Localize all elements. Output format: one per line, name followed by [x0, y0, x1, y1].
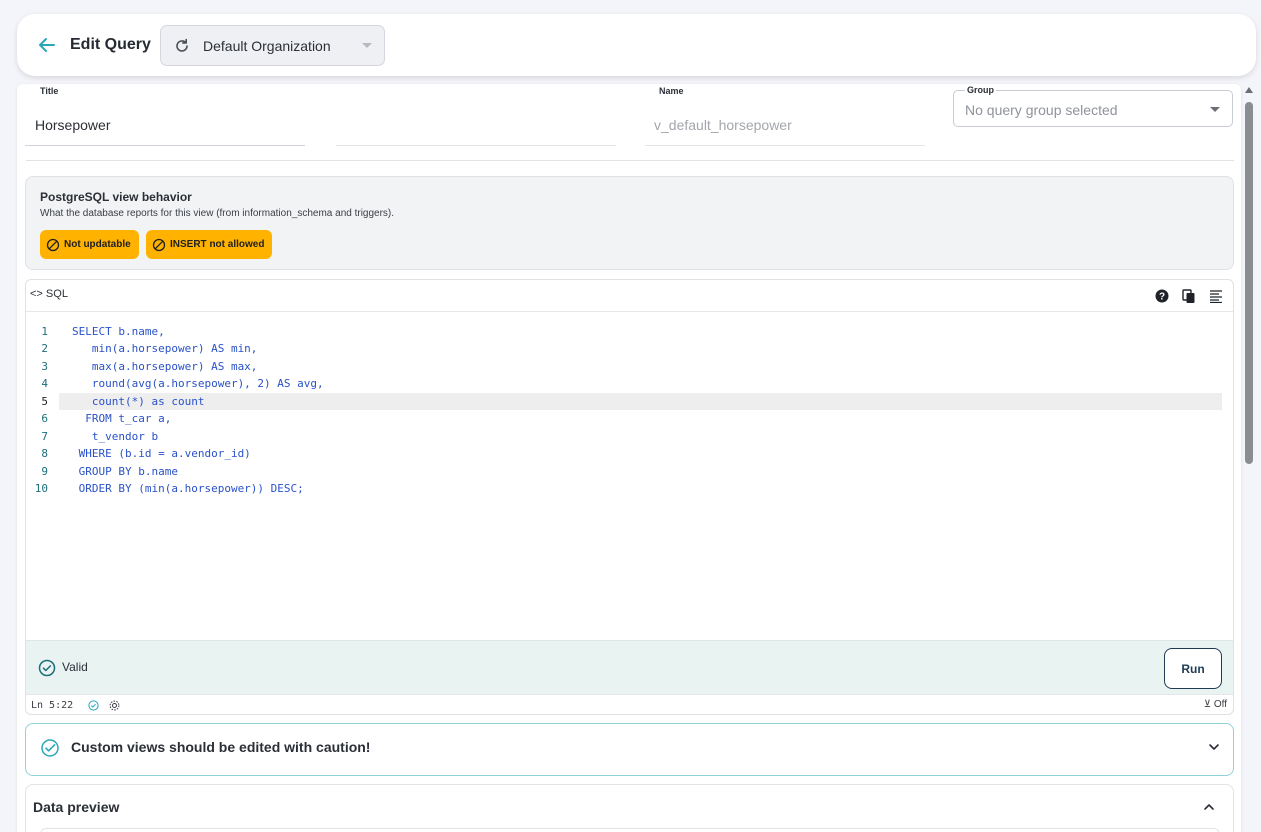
badge-insert-not-allowed: INSERT not allowed: [146, 230, 272, 259]
code-text: ORDER BY (min(a.horsepower)) DESC;: [72, 482, 304, 495]
code-text: GROUP BY b.name: [72, 464, 178, 478]
code-icon: <>: [30, 288, 43, 300]
code-text: t_vendor b: [72, 429, 159, 443]
block-icon: [152, 238, 166, 251]
refresh-icon[interactable]: [173, 37, 191, 55]
line-number: 1: [41, 324, 48, 338]
chevron-down-icon[interactable]: [1208, 741, 1220, 753]
title-field-label: Title: [40, 86, 59, 96]
code-line[interactable]: 2 min(a.horsepower) AS min,: [26, 340, 1222, 358]
organization-select[interactable]: Default Organization: [160, 25, 385, 66]
svg-text:?: ?: [1159, 292, 1165, 303]
data-preview-section: Data preview: [25, 784, 1234, 832]
divider: [26, 160, 1234, 161]
data-preview-title: Data preview: [33, 799, 120, 815]
copy-icon[interactable]: [1181, 288, 1197, 304]
code-text: max(a.horsepower) AS max,: [72, 359, 258, 373]
line-number: 6: [41, 412, 48, 425]
wrap-state-label: Off: [1213, 699, 1227, 710]
name-input-underline: [645, 145, 925, 146]
line-number: 2: [41, 342, 48, 355]
code-line[interactable]: 9 GROUP BY b.name: [26, 463, 1222, 481]
group-select-placeholder: No query group selected: [965, 102, 1118, 118]
code-text: min(a.horsepower) AS min,: [72, 342, 258, 355]
cursor-position: Ln 5:22: [31, 700, 74, 711]
code-line[interactable]: 1 SELECT b.name,: [26, 323, 1222, 341]
badge-label: Not updatable: [64, 239, 131, 250]
line-number: 5: [41, 394, 48, 408]
title-input[interactable]: Horsepower: [35, 117, 110, 133]
scrollbar-thumb[interactable]: [1245, 102, 1253, 464]
line-number: 4: [41, 377, 48, 390]
code-text: count(*) as count: [72, 394, 205, 408]
code-text: FROM t_car a,: [72, 412, 172, 425]
caution-accordion[interactable]: Custom views should be edited with cauti…: [25, 723, 1234, 776]
caret-down-icon[interactable]: [1210, 107, 1220, 112]
chevron-down-icon: [362, 43, 372, 48]
wrap-icon: ⊻: [1203, 699, 1212, 710]
page-title: Edit Query: [70, 36, 151, 53]
help-icon[interactable]: ?: [1154, 288, 1170, 304]
group-field-label: Group: [965, 85, 996, 95]
code-line[interactable]: 10 ORDER BY (min(a.horsepower)) DESC;: [26, 480, 1222, 498]
chevron-up-icon[interactable]: [1203, 801, 1215, 813]
code-line[interactable]: 7 t_vendor b: [26, 428, 1222, 446]
line-number: 10: [34, 482, 48, 495]
code-line[interactable]: 6 FROM t_car a,: [26, 410, 1222, 428]
block-icon: [46, 238, 60, 251]
sql-tab-label: SQL: [45, 288, 68, 300]
name-field-label: Name: [659, 86, 684, 96]
wrap-toggle[interactable]: ⊻ Off: [1204, 699, 1227, 710]
validation-bar: Valid Run: [26, 640, 1233, 694]
pg-behavior-title: PostgreSQL view behavior: [40, 190, 192, 204]
code-area[interactable]: 1 SELECT b.name, 2 min(a.horsepower) AS mi…: [26, 313, 1233, 640]
line-number: 9: [41, 464, 48, 478]
badge-label: INSERT not allowed: [170, 239, 265, 250]
top-header: Edit Query Default Organization: [17, 14, 1256, 76]
editor-status-bar: Ln 5:22 ⊻ Off: [26, 694, 1233, 714]
caution-message: Custom views should be edited with cauti…: [71, 739, 371, 755]
scroll-up-icon[interactable]: [1245, 87, 1253, 93]
code-line[interactable]: 5 count(*) as count: [41, 392, 1222, 410]
title-input-underline: [25, 145, 305, 146]
sql-tab: <> SQL: [30, 288, 68, 300]
validation-status: Valid: [62, 660, 88, 674]
data-preview-table: [40, 828, 1220, 832]
code-text: round(avg(a.horsepower), 2) AS avg,: [72, 377, 324, 390]
check-circle-icon: [40, 738, 60, 758]
line-number: 3: [41, 359, 48, 373]
settings-icon[interactable]: [109, 700, 120, 711]
code-text: WHERE (b.id = a.vendor_id): [72, 447, 251, 460]
code-line[interactable]: 8 WHERE (b.id = a.vendor_id): [26, 445, 1222, 463]
blank-field-underline: [336, 145, 616, 146]
line-number: 7: [41, 429, 48, 443]
code-line[interactable]: 3 max(a.horsepower) AS max,: [26, 358, 1222, 376]
format-icon[interactable]: [1208, 288, 1224, 304]
line-number: 8: [41, 447, 48, 460]
badge-not-updatable: Not updatable: [40, 230, 139, 259]
check-circle-icon: [38, 659, 56, 677]
organization-label: Default Organization: [203, 38, 331, 54]
code-line[interactable]: 4 round(avg(a.horsepower), 2) AS avg,: [26, 375, 1222, 393]
pg-behavior-description: What the database reports for this view …: [40, 208, 395, 219]
code-text: SELECT b.name,: [72, 324, 165, 338]
back-arrow-icon[interactable]: [37, 35, 57, 55]
name-input[interactable]: v_default_horsepower: [654, 117, 792, 133]
lint-ok-icon: [88, 700, 99, 711]
run-button[interactable]: Run: [1164, 648, 1222, 689]
editor-toolbar: <> SQL ?: [26, 280, 1233, 312]
sql-editor: <> SQL ? 1 SELECT b.name, 2 min(a.horsepow…: [25, 279, 1234, 715]
